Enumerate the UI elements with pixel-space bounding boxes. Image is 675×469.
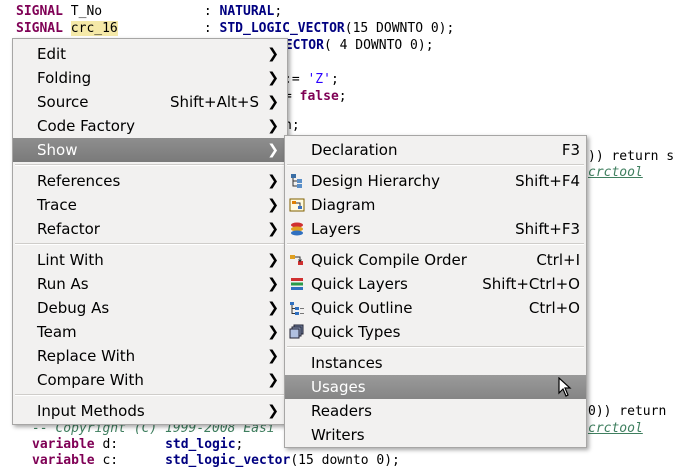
chevron-right-icon: ❯	[267, 70, 279, 86]
menu-item-compare-with[interactable]: Compare With ❯	[13, 368, 287, 392]
types-icon	[289, 324, 304, 339]
chevron-right-icon: ❯	[267, 118, 279, 134]
context-menu: Edit ❯ Folding ❯ Source Shift+Alt+S ❯ Code F…	[12, 38, 288, 425]
menu-item-replace-with[interactable]: Replace With ❯	[13, 344, 287, 368]
code-line-11: variable d: std_logic;	[32, 437, 244, 452]
compile-order-icon	[290, 255, 303, 265]
submenu-item-diagram[interactable]: Diagram	[285, 193, 586, 217]
submenu-item-design-hierarchy[interactable]: Design Hierarchy Shift+F4	[285, 169, 586, 193]
show-submenu: Declaration F3 Design Hierarchy Shift+F4 D…	[284, 135, 587, 448]
chevron-right-icon: ❯	[267, 300, 279, 316]
chevron-right-icon: ❯	[267, 173, 279, 189]
menu-item-run-as[interactable]: Run As ❯	[13, 272, 287, 296]
submenu-item-writers[interactable]: Writers	[285, 423, 586, 447]
shortcut-label: Ctrl+I	[536, 251, 580, 269]
submenu-item-usages[interactable]: Usages	[285, 375, 586, 399]
highlighted-identifier: crc_16	[70, 21, 118, 36]
chevron-right-icon: ❯	[267, 142, 279, 158]
chevron-right-icon: ❯	[267, 324, 279, 340]
submenu-item-instances[interactable]: Instances	[285, 351, 586, 375]
diagram-icon	[289, 198, 305, 212]
menu-item-lint-with[interactable]: Lint With ❯	[13, 248, 287, 272]
shortcut-label: Shift+Ctrl+O	[482, 275, 580, 293]
menu-separator	[287, 243, 584, 245]
menu-separator	[15, 164, 285, 166]
menu-item-refactor[interactable]: Refactor ❯	[13, 217, 287, 241]
chevron-right-icon: ❯	[267, 276, 279, 292]
submenu-item-quick-compile-order[interactable]: Quick Compile Order Ctrl+I	[285, 248, 586, 272]
menu-item-trace[interactable]: Trace ❯	[13, 193, 287, 217]
code-line-5: = false;	[284, 89, 347, 104]
code-line-12: variable c: std_logic_vector(15 downto 0…	[32, 453, 400, 468]
chevron-right-icon: ❯	[267, 252, 279, 268]
submenu-item-quick-layers[interactable]: Quick Layers Shift+Ctrl+O	[285, 272, 586, 296]
code-line-2: SIGNAL crc_16 : STD_LOGIC_VECTOR(15 DOWN…	[16, 21, 455, 36]
chevron-right-icon: ❯	[267, 348, 279, 364]
code-line-3: VECTOR( 4 DOWNTO 0);	[277, 38, 434, 53]
hierarchy-icon	[291, 174, 302, 188]
submenu-item-quick-outline[interactable]: Quick Outline Ctrl+O	[285, 296, 586, 320]
shortcut-label: Ctrl+O	[528, 299, 580, 317]
menu-separator	[15, 394, 285, 396]
menu-item-references[interactable]: References ❯	[13, 169, 287, 193]
code-line-4: := 'Z';	[284, 72, 339, 87]
menu-item-debug-as[interactable]: Debug As ❯	[13, 296, 287, 320]
menu-separator	[287, 346, 584, 348]
menu-item-team[interactable]: Team ❯	[13, 320, 287, 344]
menu-separator	[287, 164, 584, 166]
submenu-item-declaration[interactable]: Declaration F3	[285, 138, 586, 162]
menu-item-show[interactable]: Show ❯	[13, 138, 287, 162]
menu-item-code-factory[interactable]: Code Factory ❯	[13, 114, 287, 138]
chevron-right-icon: ❯	[267, 403, 279, 419]
code-line-8: crctool	[588, 165, 643, 180]
chevron-right-icon: ❯	[267, 94, 279, 110]
menu-item-folding[interactable]: Folding ❯	[13, 66, 287, 90]
menu-item-edit[interactable]: Edit ❯	[13, 42, 287, 66]
chevron-right-icon: ❯	[267, 197, 279, 213]
menu-item-source[interactable]: Source Shift+Alt+S ❯	[13, 90, 287, 114]
submenu-item-quick-types[interactable]: Quick Types	[285, 320, 586, 344]
code-line-10b: crctool	[588, 421, 643, 436]
chevron-right-icon: ❯	[267, 221, 279, 237]
shortcut-label: Shift+F3	[515, 220, 580, 238]
shortcut-label: Shift+F4	[515, 172, 580, 190]
code-line-9: 0)) return	[588, 404, 667, 419]
code-line-1: SIGNAL T_No : NATURAL;	[16, 4, 283, 19]
code-line-7: )) return st	[588, 149, 675, 164]
chevron-right-icon: ❯	[267, 372, 279, 388]
outline-icon	[290, 302, 304, 315]
shortcut-label: Shift+Alt+S	[169, 93, 259, 111]
layers-icon	[291, 222, 303, 236]
chevron-right-icon: ❯	[267, 46, 279, 62]
menu-separator	[15, 243, 285, 245]
submenu-item-layers[interactable]: Layers Shift+F3	[285, 217, 586, 241]
menu-item-input-methods[interactable]: Input Methods ❯	[13, 399, 287, 423]
submenu-item-readers[interactable]: Readers	[285, 399, 586, 423]
shortcut-label: F3	[561, 141, 580, 159]
mouse-cursor-icon	[558, 377, 572, 397]
quick-layers-icon	[291, 278, 303, 290]
